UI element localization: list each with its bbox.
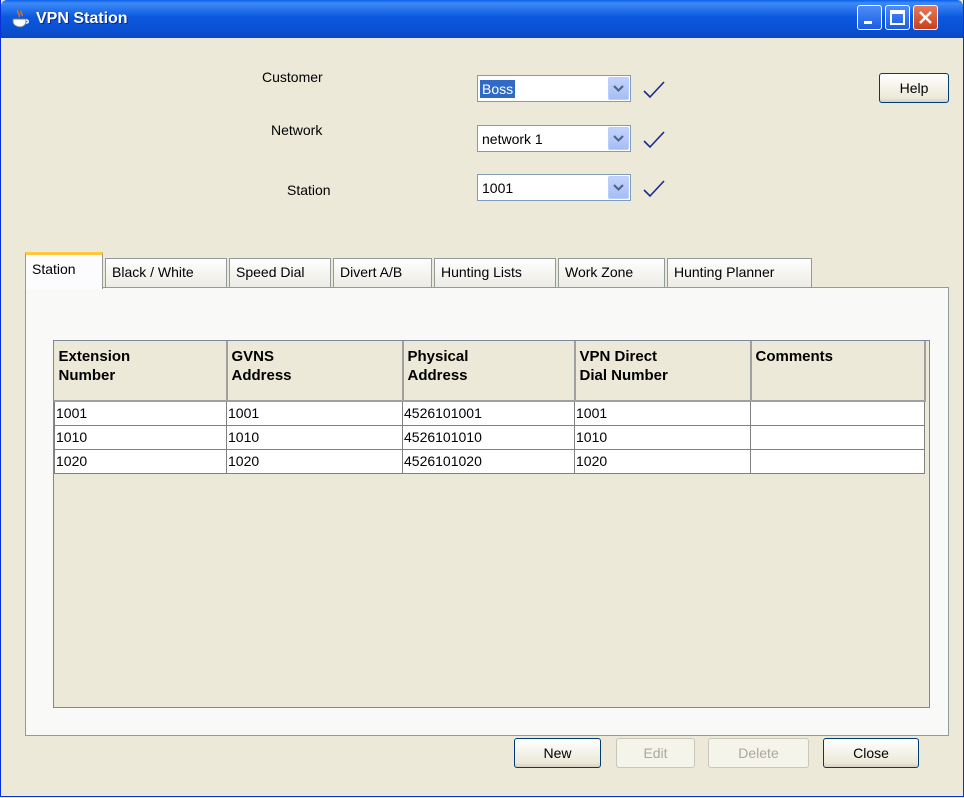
- chevron-down-icon[interactable]: [608, 176, 629, 199]
- table-row[interactable]: 1001 1001 4526101001 1001: [54, 400, 925, 426]
- maximize-button[interactable]: [885, 5, 910, 30]
- station-value: 1001: [482, 180, 514, 196]
- table-cell[interactable]: 1020: [54, 448, 227, 474]
- tab-station[interactable]: Station: [25, 252, 103, 289]
- minimize-icon: [864, 21, 872, 24]
- close-button[interactable]: Close: [823, 738, 919, 768]
- table-cell[interactable]: 1020: [574, 448, 751, 474]
- column-header-comments[interactable]: Comments: [750, 341, 926, 402]
- java-cup-icon: [12, 9, 29, 28]
- title-bar[interactable]: VPN Station: [1, 0, 963, 38]
- table-cell[interactable]: 4526101001: [402, 400, 575, 426]
- maximize-icon: [890, 10, 905, 25]
- minimize-button[interactable]: [857, 5, 882, 30]
- customer-value: Boss: [480, 80, 516, 98]
- station-select[interactable]: 1001: [477, 174, 631, 201]
- network-check-icon: [643, 131, 665, 149]
- stations-table: Extension Number GVNS Address Physical Addr…: [54, 341, 926, 474]
- table-row[interactable]: 1020 1020 4526101020 1020: [54, 448, 925, 474]
- chevron-down-icon[interactable]: [608, 77, 629, 100]
- delete-button[interactable]: Delete: [708, 738, 809, 768]
- tab-black-white[interactable]: Black / White: [105, 258, 227, 288]
- edit-button[interactable]: Edit: [616, 738, 695, 768]
- table-cell[interactable]: 1010: [54, 424, 227, 450]
- table-header-row: Extension Number GVNS Address Physical Addr…: [54, 341, 926, 402]
- table-cell[interactable]: 4526101020: [402, 448, 575, 474]
- tab-hunting-lists[interactable]: Hunting Lists: [434, 258, 556, 288]
- chevron-down-icon[interactable]: [608, 127, 629, 150]
- tab-divert-ab[interactable]: Divert A/B: [333, 258, 432, 288]
- tab-speed-dial[interactable]: Speed Dial: [229, 258, 331, 288]
- table-cell[interactable]: 1010: [574, 424, 751, 450]
- column-header-physical-address[interactable]: Physical Address: [402, 341, 576, 402]
- vpn-station-window: VPN Station Customer Boss Network networ…: [0, 0, 964, 797]
- table-cell[interactable]: [750, 400, 925, 426]
- table-cell[interactable]: 1001: [54, 400, 227, 426]
- table-cell[interactable]: 1010: [226, 424, 403, 450]
- column-header-gvns-address[interactable]: GVNS Address: [226, 341, 404, 402]
- help-button[interactable]: Help: [879, 73, 949, 103]
- column-header-vpn-direct-dial-number[interactable]: VPN Direct Dial Number: [574, 341, 752, 402]
- customer-select[interactable]: Boss: [477, 75, 631, 102]
- table-cell[interactable]: 1001: [226, 400, 403, 426]
- network-label: Network: [271, 122, 323, 138]
- tab-hunting-planner[interactable]: Hunting Planner: [667, 258, 812, 288]
- new-button[interactable]: New: [514, 738, 601, 768]
- table-cell[interactable]: 1020: [226, 448, 403, 474]
- close-window-button[interactable]: [913, 5, 938, 30]
- station-label: Station: [287, 182, 331, 198]
- table-cell[interactable]: 1001: [574, 400, 751, 426]
- close-icon: [919, 11, 932, 24]
- customer-check-icon: [643, 81, 665, 99]
- tab-work-zone[interactable]: Work Zone: [558, 258, 665, 288]
- network-select[interactable]: network 1: [477, 125, 631, 152]
- network-value: network 1: [482, 131, 543, 147]
- window-title: VPN Station: [36, 10, 128, 27]
- station-check-icon: [643, 180, 665, 198]
- column-header-extension-number[interactable]: Extension Number: [54, 341, 228, 402]
- table-cell[interactable]: 4526101010: [402, 424, 575, 450]
- table-row[interactable]: 1010 1010 4526101010 1010: [54, 424, 925, 450]
- customer-label: Customer: [262, 69, 323, 85]
- table-cell[interactable]: [750, 424, 925, 450]
- table-cell[interactable]: [750, 448, 925, 474]
